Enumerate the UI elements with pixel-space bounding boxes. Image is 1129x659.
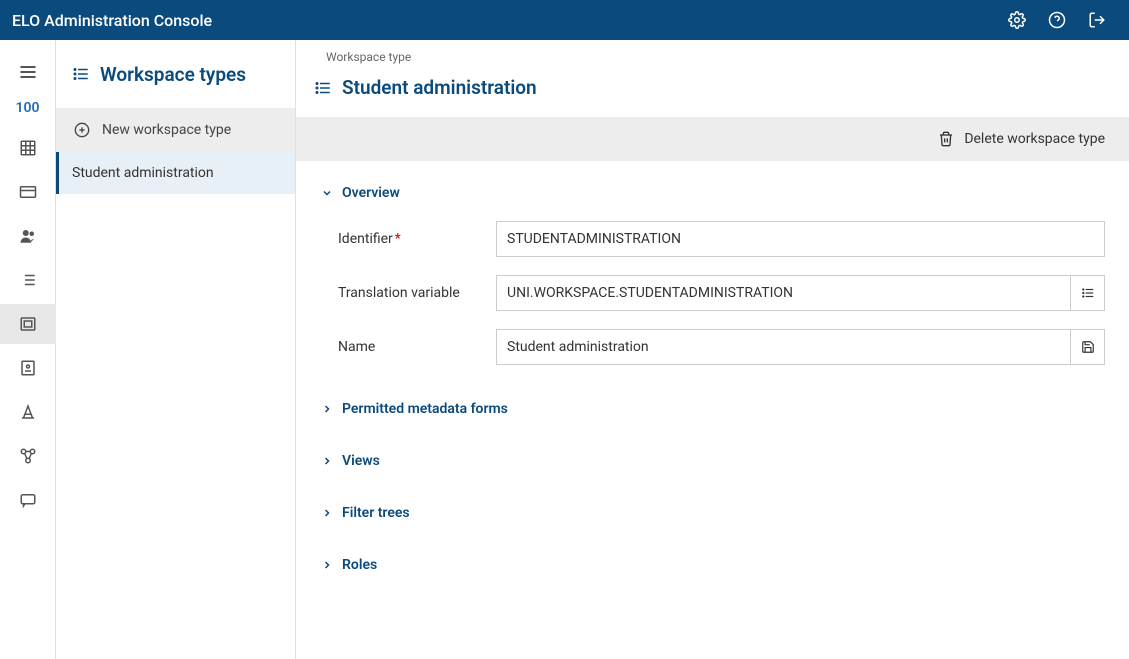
users-icon[interactable] xyxy=(0,216,56,256)
name-save-button[interactable] xyxy=(1071,329,1105,365)
chevron-right-icon xyxy=(320,506,334,520)
font-icon[interactable] xyxy=(0,392,56,432)
menu-toggle-icon[interactable] xyxy=(8,52,48,92)
section-views[interactable]: Views xyxy=(320,453,1105,469)
content-title-text: Student administration xyxy=(342,76,537,99)
content-title: Student administration xyxy=(296,64,1129,117)
section-filter-trees-label: Filter trees xyxy=(342,505,410,521)
name-row: Name xyxy=(320,329,1105,365)
required-mark: * xyxy=(395,231,401,247)
card-icon[interactable] xyxy=(0,172,56,212)
trash-icon xyxy=(938,131,954,147)
section-roles[interactable]: Roles xyxy=(320,557,1105,573)
name-input[interactable] xyxy=(496,329,1071,365)
logout-icon[interactable] xyxy=(1077,0,1117,40)
section-filter-trees[interactable]: Filter trees xyxy=(320,505,1105,521)
list-panel: Workspace types New workspace type Stude… xyxy=(56,40,296,659)
topbar-icons xyxy=(997,0,1117,40)
identifier-label: Identifier* xyxy=(338,231,496,247)
list-title-icon xyxy=(72,65,90,83)
list-panel-title: Workspace types xyxy=(56,40,295,108)
identifier-input[interactable] xyxy=(496,221,1105,257)
delete-label: Delete workspace type xyxy=(964,131,1105,147)
plus-circle-icon xyxy=(74,122,90,138)
workflow-icon[interactable] xyxy=(0,436,56,476)
form-icon[interactable] xyxy=(0,348,56,388)
table-icon[interactable] xyxy=(0,128,56,168)
translation-label: Translation variable xyxy=(338,285,496,301)
action-bar: Delete workspace type xyxy=(296,117,1129,161)
chevron-right-icon xyxy=(320,558,334,572)
gear-icon[interactable] xyxy=(997,0,1037,40)
new-workspace-button[interactable]: New workspace type xyxy=(56,108,295,152)
name-label: Name xyxy=(338,339,496,355)
identifier-row: Identifier* xyxy=(320,221,1105,257)
icon-sidebar: 100 xyxy=(0,40,56,659)
sidebar-badge[interactable]: 100 xyxy=(16,100,40,116)
save-icon xyxy=(1081,340,1095,354)
translation-row: Translation variable xyxy=(320,275,1105,311)
chevron-right-icon xyxy=(320,402,334,416)
topbar: ELO Administration Console xyxy=(0,0,1129,40)
delete-button[interactable]: Delete workspace type xyxy=(938,131,1105,147)
list-item-label: Student administration xyxy=(72,165,214,181)
app-title: ELO Administration Console xyxy=(12,11,212,30)
chat-icon[interactable] xyxy=(0,480,56,520)
list-icon[interactable] xyxy=(0,260,56,300)
content-title-icon xyxy=(314,79,332,97)
breadcrumb: Workspace type xyxy=(296,40,1129,64)
translation-picker-button[interactable] xyxy=(1071,275,1105,311)
main: 100 Workspace types xyxy=(0,40,1129,659)
section-roles-label: Roles xyxy=(342,557,377,573)
list-picker-icon xyxy=(1081,286,1095,300)
translation-input[interactable] xyxy=(496,275,1071,311)
section-overview[interactable]: Overview xyxy=(320,185,1105,201)
section-overview-label: Overview xyxy=(342,185,400,201)
help-icon[interactable] xyxy=(1037,0,1077,40)
section-views-label: Views xyxy=(342,453,380,469)
section-permitted[interactable]: Permitted metadata forms xyxy=(320,401,1105,417)
section-permitted-label: Permitted metadata forms xyxy=(342,401,508,417)
workspace-icon[interactable] xyxy=(0,304,56,344)
new-workspace-label: New workspace type xyxy=(102,122,231,138)
chevron-down-icon xyxy=(320,186,334,200)
form-area: Overview Identifier* Translation variabl… xyxy=(296,161,1129,659)
list-panel-title-text: Workspace types xyxy=(100,63,246,86)
content: Workspace type Student administration De… xyxy=(296,40,1129,659)
chevron-right-icon xyxy=(320,454,334,468)
list-item[interactable]: Student administration xyxy=(56,152,295,194)
